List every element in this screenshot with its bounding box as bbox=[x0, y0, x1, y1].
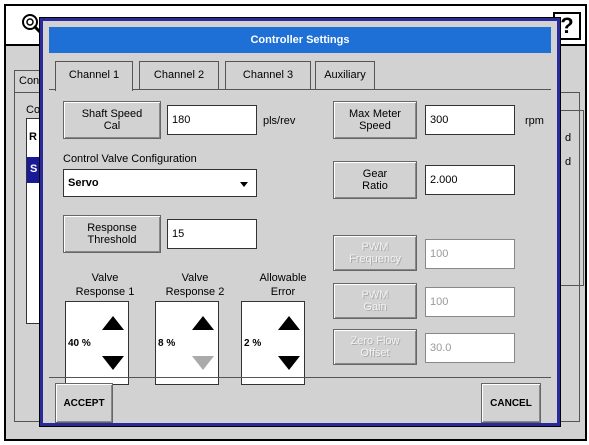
gear-ratio-button[interactable]: Gear Ratio bbox=[333, 161, 417, 199]
shaft-speed-field[interactable]: 180 bbox=[167, 105, 257, 135]
arrow-down-icon[interactable] bbox=[98, 344, 128, 384]
tab-channel-1[interactable]: Channel 1 bbox=[55, 61, 133, 91]
response-threshold-button[interactable]: Response Threshold bbox=[63, 215, 161, 253]
control-valve-label: Control Valve Configuration bbox=[63, 153, 197, 165]
tab-auxiliary[interactable]: Auxiliary bbox=[315, 61, 375, 89]
tab-channel-3[interactable]: Channel 3 bbox=[225, 61, 311, 89]
background-panel-label: Co bbox=[26, 104, 41, 116]
accept-button[interactable]: ACCEPT bbox=[55, 383, 113, 423]
allowable-error-label: Allowable Error bbox=[259, 272, 307, 298]
valve-response-1-spinner[interactable]: 40 % bbox=[65, 301, 129, 385]
max-meter-speed-unit: rpm bbox=[525, 115, 544, 127]
control-valve-value: Servo bbox=[68, 177, 99, 189]
pwm-gain-button: PWM Gain bbox=[333, 283, 417, 319]
arrow-down-icon[interactable] bbox=[274, 344, 304, 384]
valve-response-1-label: Valve Response 1 bbox=[75, 272, 135, 298]
pwm-gain-field: 100 bbox=[425, 287, 515, 317]
valve-response-2-value: 8 % bbox=[158, 338, 176, 349]
zero-flow-offset-button: Zero Flow Offset bbox=[333, 329, 417, 365]
controller-settings-dialog: Controller Settings Channel 1 Channel 2 … bbox=[40, 18, 560, 426]
valve-response-1-value: 40 % bbox=[68, 338, 91, 349]
footer-divider bbox=[49, 377, 551, 378]
arrow-down-icon bbox=[192, 356, 214, 370]
background-text: d bbox=[565, 132, 572, 144]
shaft-speed-cal-button[interactable]: Shaft Speed Cal bbox=[63, 101, 161, 139]
gear-ratio-field[interactable]: 2.000 bbox=[425, 165, 515, 195]
valve-response-2-label: Valve Response 2 bbox=[165, 272, 225, 298]
control-valve-select[interactable]: Servo bbox=[63, 169, 257, 197]
background-text: d bbox=[565, 156, 572, 168]
cancel-button[interactable]: CANCEL bbox=[481, 383, 541, 423]
allowable-error-value: 2 % bbox=[244, 338, 262, 349]
shaft-speed-unit: pls/rev bbox=[263, 115, 296, 127]
chevron-down-icon[interactable] bbox=[236, 176, 252, 192]
valve-response-2-spinner[interactable]: 8 % bbox=[155, 301, 219, 385]
zero-flow-offset-field: 30.0 bbox=[425, 333, 515, 363]
arrow-up-icon[interactable] bbox=[98, 302, 128, 342]
allowable-error-spinner[interactable]: 2 % bbox=[241, 301, 305, 385]
max-meter-speed-field[interactable]: 300 bbox=[425, 105, 515, 135]
dialog-title: Controller Settings bbox=[49, 27, 551, 53]
response-threshold-field[interactable]: 15 bbox=[167, 219, 257, 249]
tab-channel-2[interactable]: Channel 2 bbox=[139, 61, 219, 89]
arrow-up-icon[interactable] bbox=[188, 302, 218, 342]
max-meter-speed-button[interactable]: Max Meter Speed bbox=[333, 101, 417, 139]
pwm-frequency-button: PWM Frequency bbox=[333, 235, 417, 271]
list-item[interactable]: R bbox=[29, 131, 37, 143]
pwm-frequency-field: 100 bbox=[425, 239, 515, 269]
arrow-up-icon[interactable] bbox=[274, 302, 304, 342]
